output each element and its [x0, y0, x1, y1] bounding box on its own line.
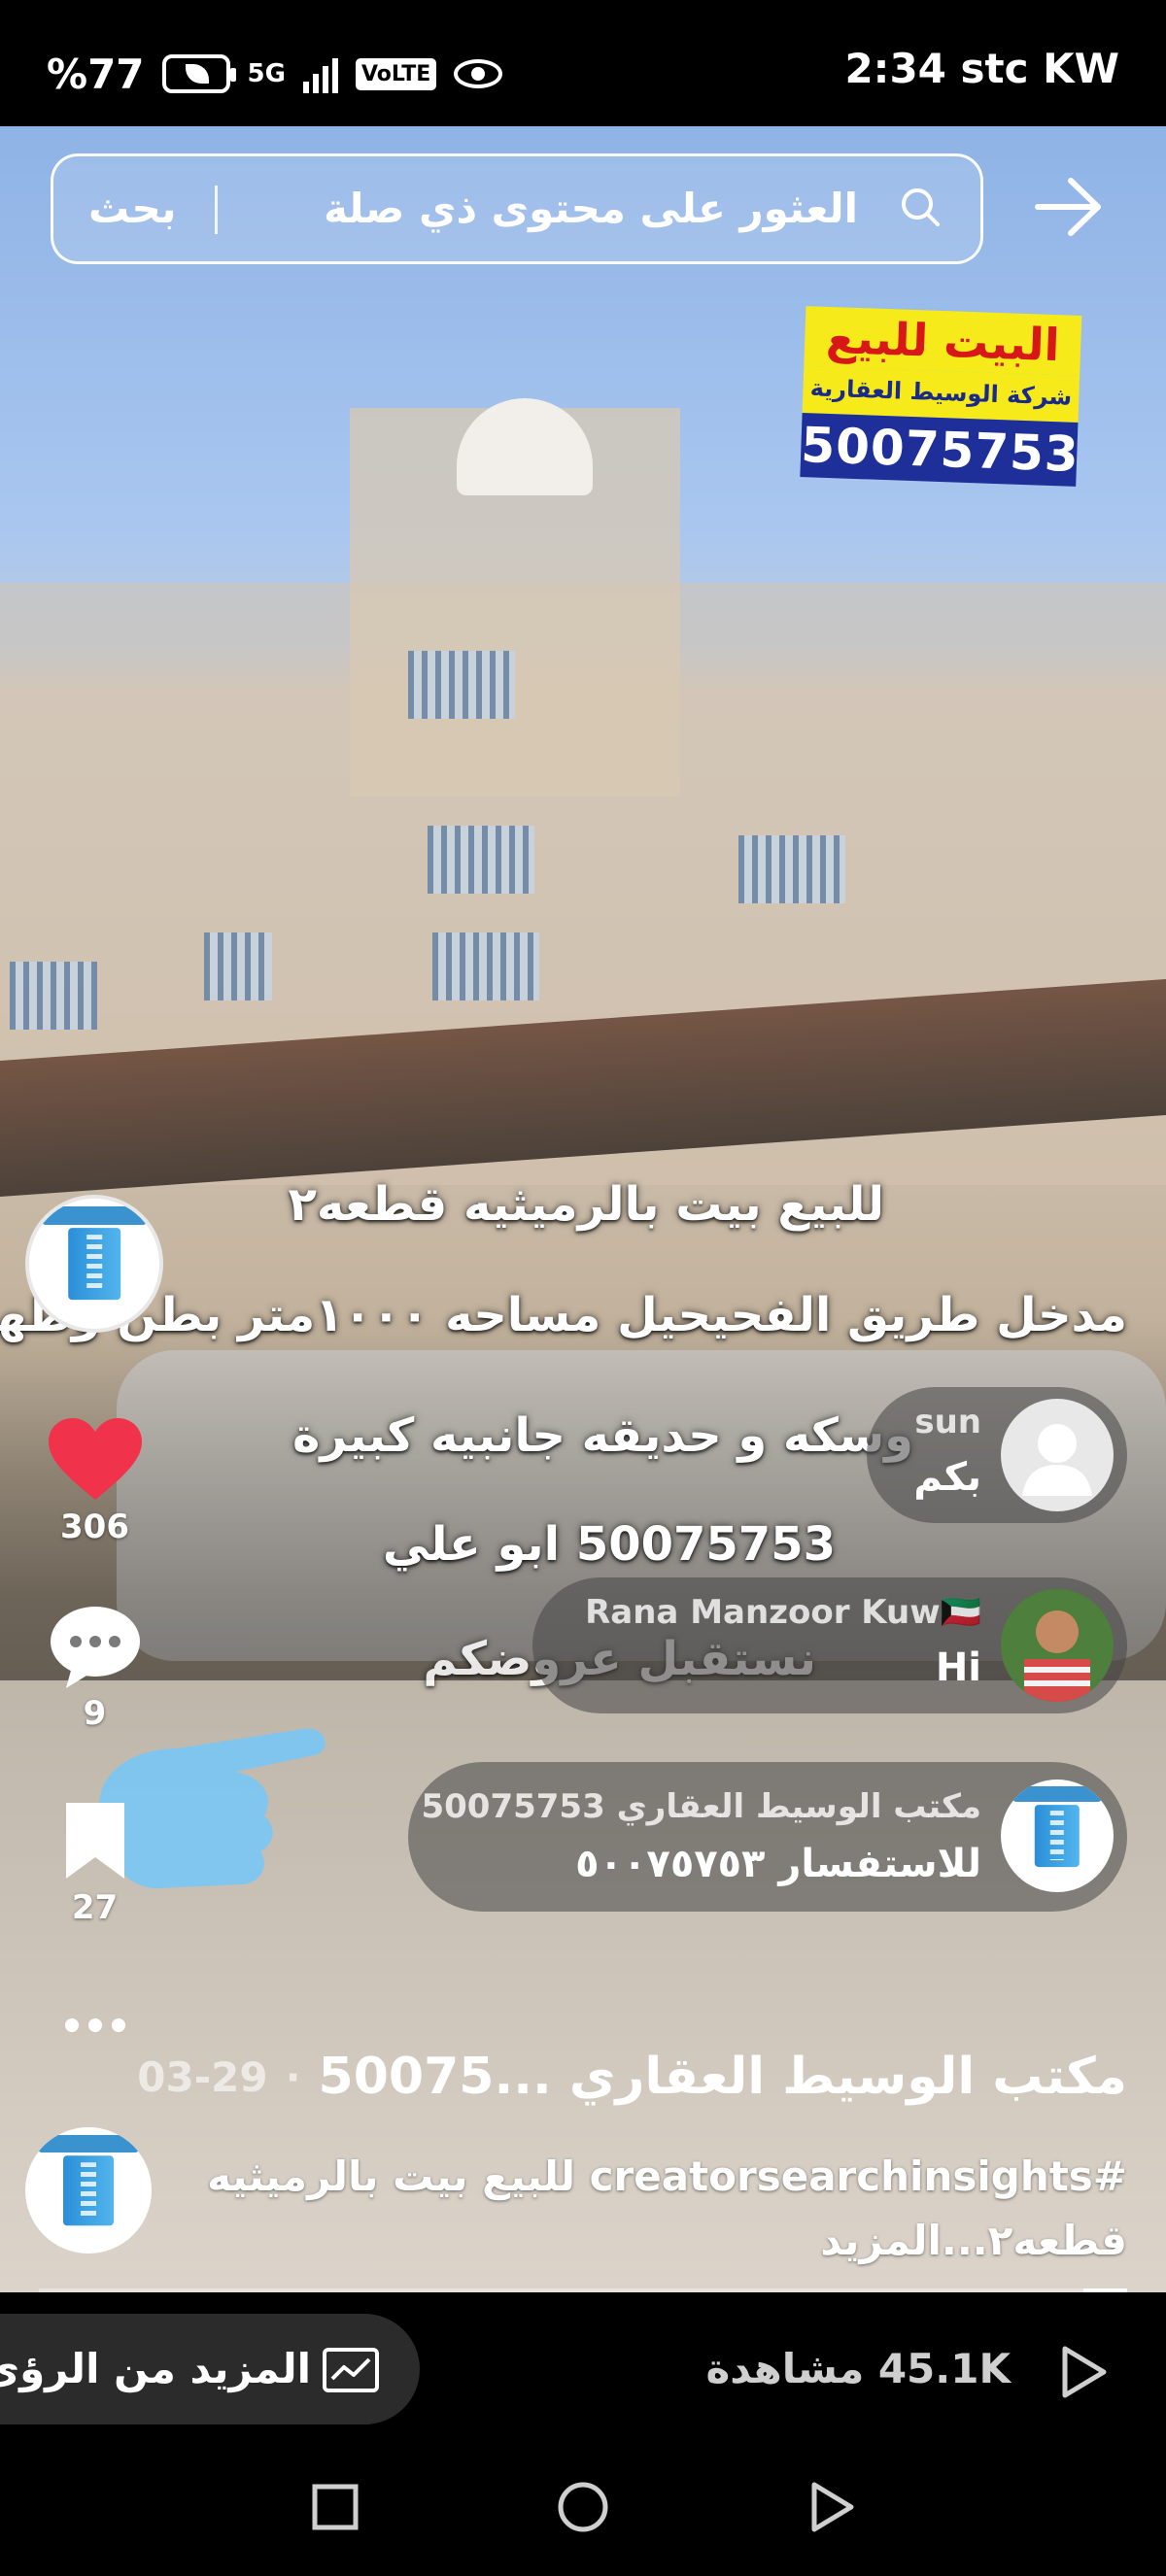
for-sale-sign: البيت للبيع شركة الوسيط العقارية 5007575… — [800, 306, 1082, 504]
logo-banner — [1012, 1785, 1103, 1803]
building-logo-icon — [68, 1228, 120, 1300]
logo-banner — [38, 2134, 139, 2152]
status-bar: %77 5G VoLTE 2:34 stc KW — [0, 0, 1166, 126]
building-logo-icon — [1034, 1805, 1080, 1867]
search-button[interactable]: بحث — [88, 156, 177, 261]
comment-author: sun — [914, 1403, 981, 1441]
video-window — [432, 932, 539, 1000]
comment-author: مكتب الوسيط العقاري 50075753 — [421, 1787, 981, 1826]
insights-label: المزيد من الرؤى — [0, 2345, 311, 2392]
back-icon[interactable] — [797, 2473, 865, 2541]
post-author-line[interactable]: مكتب الوسيط العقاري ...50075 · 03-29 — [137, 2048, 1127, 2106]
search-input[interactable]: العثور على محتوى ذي صلة — [324, 156, 858, 261]
post-description-more[interactable]: قطعه٢...المزيد — [820, 2217, 1127, 2264]
caption-line-3: وسكه و حديقه جانبيه كبيرة — [292, 1408, 913, 1463]
time-carrier: 2:34 stc KW — [844, 45, 1119, 92]
network-type: 5G — [247, 59, 286, 88]
user-avatar — [1001, 1779, 1114, 1892]
search-icon — [902, 188, 940, 226]
comment-bubble[interactable]: Rana Manzoor Kuw🇰🇼 Hi — [532, 1577, 1127, 1713]
comment-text: بكم — [913, 1455, 981, 1500]
comment-bubble[interactable]: مكتب الوسيط العقاري 50075753 للاستفسار ٥… — [408, 1762, 1127, 1912]
comment-bubble[interactable]: sun بكم — [867, 1387, 1127, 1523]
like-count: 306 — [60, 1508, 129, 1546]
battery-saver-icon — [161, 54, 236, 93]
heart-icon — [48, 1418, 142, 1500]
comment-author: Rana Manzoor Kuw🇰🇼 — [585, 1593, 981, 1632]
eye-icon — [454, 59, 503, 88]
battery-percent: %77 — [47, 50, 145, 98]
comment-icon — [50, 1607, 140, 1688]
save-button[interactable]: 27 — [39, 1797, 151, 1927]
user-photo — [1001, 1589, 1114, 1702]
back-arrow-icon[interactable] — [1030, 173, 1108, 241]
save-count: 27 — [71, 1888, 119, 1927]
more-insights-button[interactable]: المزيد من الرؤى — [0, 2314, 420, 2424]
video-window — [204, 932, 272, 1000]
video-window — [408, 651, 515, 719]
author-avatar[interactable] — [25, 2127, 152, 2254]
sign-title: البيت للبيع — [804, 306, 1082, 376]
creator-avatar[interactable] — [25, 1195, 163, 1333]
volte-icon: VoLTE — [355, 57, 437, 90]
more-dots-icon — [64, 2018, 125, 2032]
post-description[interactable]: #creatorsearchinsights للبيع بيت بالرميث… — [207, 2152, 1127, 2200]
search-bar[interactable]: بحث العثور على محتوى ذي صلة — [51, 153, 983, 264]
user-avatar — [1001, 1589, 1114, 1702]
like-button[interactable]: 306 — [39, 1414, 151, 1546]
view-count: 45.1K مشاهدة — [705, 2345, 1011, 2392]
user-avatar — [1001, 1399, 1114, 1511]
trend-chart-icon — [323, 2348, 379, 2392]
search-divider — [215, 186, 218, 234]
default-user-icon — [1022, 1424, 1092, 1496]
video-window — [738, 835, 845, 903]
sign-phone: 50075753 — [800, 413, 1080, 487]
home-icon[interactable] — [549, 2473, 617, 2541]
video-window — [10, 962, 97, 1030]
signal-icon — [302, 54, 338, 93]
post-separator: · — [285, 2052, 301, 2101]
bookmark-icon — [65, 1803, 124, 1879]
system-nav-bar — [0, 2438, 1166, 2576]
building-logo-icon — [63, 2155, 114, 2225]
caption-line-4: 50075753 ابو علي — [382, 1517, 836, 1572]
status-icons: %77 5G VoLTE — [47, 45, 503, 103]
more-button[interactable] — [39, 2011, 151, 2044]
comment-text: للاستفسار ٥٠٠٧٥٧٥٣ — [575, 1842, 981, 1886]
play-icon[interactable] — [1053, 2343, 1112, 2401]
post-author[interactable]: مكتب الوسيط العقاري ...50075 — [319, 2048, 1127, 2106]
caption-line-2: مدخل طريق الفحيحيل مساحه ١٠٠٠متر بطن وظه… — [0, 1288, 1127, 1342]
caption-line-1: للبيع بيت بالرميثيه قطعه٢ — [288, 1177, 884, 1232]
bottom-bar: المزيد من الرؤى 45.1K مشاهدة — [0, 2292, 1166, 2438]
video-window — [428, 826, 534, 894]
logo-banner — [42, 1206, 147, 1225]
post-date: 03-29 — [137, 2052, 268, 2101]
comment-text: Hi — [935, 1645, 981, 1690]
recents-icon[interactable] — [301, 2473, 369, 2541]
